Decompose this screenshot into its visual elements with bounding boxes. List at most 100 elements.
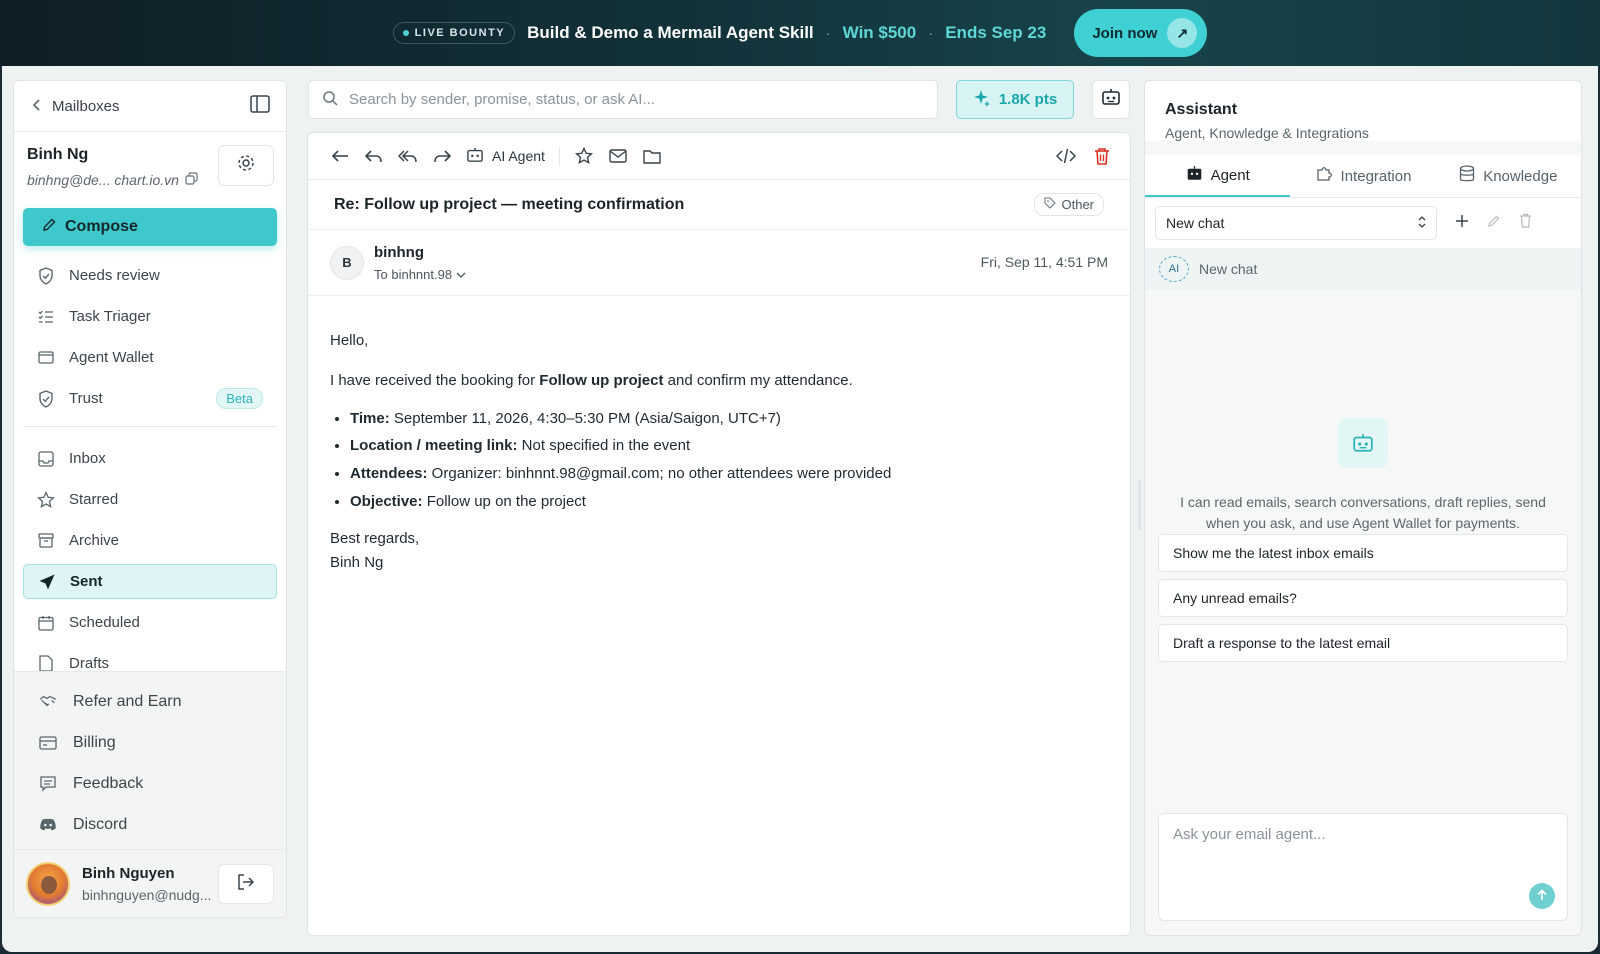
- logout-button[interactable]: [218, 864, 274, 904]
- sidebar-footer: Refer and Earn Billing Feedback Discord …: [14, 671, 286, 917]
- reply-all-icon[interactable]: [398, 146, 418, 166]
- logout-icon: [237, 873, 255, 895]
- assistant-input[interactable]: [1159, 814, 1567, 884]
- folder-icon[interactable]: [642, 146, 662, 166]
- discord-icon: [39, 816, 57, 834]
- assistant-empty-state: I can read emails, search conversations,…: [1145, 290, 1581, 534]
- compose-button[interactable]: Compose: [23, 208, 277, 246]
- detail-value: September 11, 2026, 4:30–5:30 PM (Asia/S…: [389, 409, 781, 427]
- send-button[interactable]: [1529, 883, 1555, 909]
- ai-badge: AI: [1159, 256, 1189, 282]
- sender-name: binhng: [374, 243, 424, 261]
- nav-item-label: Drafts: [69, 655, 110, 672]
- draft-icon: [37, 655, 55, 673]
- suggestion-chip[interactable]: Draft a response to the latest email: [1158, 624, 1568, 662]
- assistant-tabs: Agent Integration Knowledge: [1145, 155, 1581, 198]
- nav-item-inbox[interactable]: Inbox: [23, 441, 277, 476]
- chat-controls: New chat: [1145, 198, 1581, 248]
- assistant-description: I can read emails, search conversations,…: [1180, 494, 1546, 531]
- search-bar: [308, 80, 938, 119]
- arrow-left-icon[interactable]: [330, 146, 350, 166]
- assistant-toggle-button[interactable]: [1092, 80, 1130, 119]
- resize-handle[interactable]: [1138, 480, 1141, 530]
- mailboxes-label: Mailboxes: [52, 97, 120, 115]
- reply-icon[interactable]: [364, 146, 384, 166]
- chevron-down-icon: [456, 267, 466, 282]
- chat-select[interactable]: New chat: [1155, 206, 1437, 240]
- tab-knowledge[interactable]: Knowledge: [1436, 155, 1581, 197]
- user-name: Binh Nguyen: [82, 864, 175, 882]
- ai-agent-button[interactable]: AI Agent: [466, 146, 560, 166]
- nav-item-label: Agent Wallet: [69, 349, 154, 366]
- toolbar-right: [1056, 146, 1112, 166]
- list-item: Time: September 11, 2026, 4:30–5:30 PM (…: [350, 410, 1108, 429]
- tag-label: Other: [1061, 197, 1094, 212]
- nav-item-task-triager[interactable]: Task Triager: [23, 299, 277, 334]
- banner-deadline: Ends Sep 23: [945, 23, 1047, 42]
- shield-check-icon: [37, 389, 55, 408]
- discord-link[interactable]: Discord: [23, 807, 277, 842]
- gear-icon: [236, 153, 256, 178]
- signature: Binh Ng: [330, 554, 384, 572]
- intro-text: I have received the booking for: [330, 371, 540, 389]
- nav-item-sent[interactable]: Sent: [23, 564, 277, 599]
- detail-key: Attendees:: [350, 465, 428, 482]
- sender-avatar: B: [330, 245, 364, 280]
- nav-item-starred[interactable]: Starred: [23, 482, 277, 517]
- search-icon: [322, 90, 338, 110]
- recipients-toggle[interactable]: To binhnnt.98: [374, 267, 466, 282]
- list-item: Objective: Follow up on the project: [350, 493, 1108, 512]
- forward-icon[interactable]: [432, 146, 452, 166]
- trash-icon[interactable]: [1092, 146, 1112, 166]
- nav-item-label: Task Triager: [69, 308, 151, 325]
- recipient-line: To binhnnt.98: [374, 266, 453, 282]
- chat-history-item[interactable]: AI New chat: [1145, 248, 1581, 290]
- tab-integration[interactable]: Integration: [1290, 155, 1435, 197]
- puzzle-icon: [1315, 165, 1333, 187]
- footer-item-label: Feedback: [73, 774, 144, 792]
- live-dot-icon: [402, 30, 409, 36]
- category-tag[interactable]: Other: [1034, 193, 1104, 216]
- feedback-link[interactable]: Feedback: [23, 766, 277, 801]
- inbox-icon: [37, 450, 55, 468]
- footer-item-label: Refer and Earn: [73, 692, 182, 710]
- nav-item-trust[interactable]: Trust Beta: [23, 381, 277, 416]
- account-block: Binh Ng binhng@de... chart.io.vn: [14, 132, 286, 208]
- nav-item-agent-wallet[interactable]: Agent Wallet: [23, 340, 277, 375]
- billing-link[interactable]: Billing: [23, 725, 277, 760]
- nav-item-label: Needs review: [69, 267, 160, 284]
- code-icon[interactable]: [1056, 146, 1076, 166]
- nav-item-needs-review[interactable]: Needs review: [23, 258, 277, 293]
- tab-label: Agent: [1210, 166, 1250, 184]
- star-icon[interactable]: [574, 146, 594, 166]
- list-check-icon: [37, 308, 55, 326]
- mailboxes-back-link[interactable]: Mailboxes: [32, 98, 120, 115]
- banner-separator: ·: [928, 24, 934, 42]
- nav-item-scheduled[interactable]: Scheduled: [23, 605, 277, 640]
- account-settings-button[interactable]: [218, 145, 274, 186]
- email-subject: Re: Follow up project — meeting confirma…: [334, 195, 685, 213]
- points-button[interactable]: 1.8K pts: [956, 80, 1074, 119]
- join-now-button[interactable]: Join now ↗: [1074, 9, 1208, 57]
- mail-icon[interactable]: [608, 146, 628, 166]
- refer-and-earn-link[interactable]: Refer and Earn: [23, 684, 277, 719]
- pencil-icon[interactable]: [1487, 214, 1501, 233]
- copy-icon[interactable]: [185, 172, 198, 188]
- nav-item-archive[interactable]: Archive: [23, 523, 277, 558]
- nav-item-label: Archive: [69, 532, 120, 549]
- tab-agent[interactable]: Agent: [1145, 155, 1291, 197]
- list-item: Location / meeting link: Not specified i…: [350, 437, 1108, 456]
- banner-title: Build & Demo a Mermail Agent Skill: [527, 23, 814, 42]
- plus-icon[interactable]: [1455, 214, 1469, 233]
- trash-icon[interactable]: [1519, 213, 1532, 233]
- robot-icon: [1101, 88, 1121, 111]
- suggestion-chip[interactable]: Show me the latest inbox emails: [1158, 534, 1568, 572]
- wallet-icon: [37, 349, 55, 367]
- detail-key: Objective:: [350, 492, 423, 510]
- robot-icon: [1338, 418, 1388, 468]
- search-input[interactable]: [349, 91, 909, 108]
- sidebar-toggle-icon[interactable]: [250, 94, 270, 118]
- avatar[interactable]: [26, 861, 70, 906]
- suggestion-chip[interactable]: Any unread emails?: [1158, 579, 1568, 617]
- detail-key: Time:: [350, 409, 390, 427]
